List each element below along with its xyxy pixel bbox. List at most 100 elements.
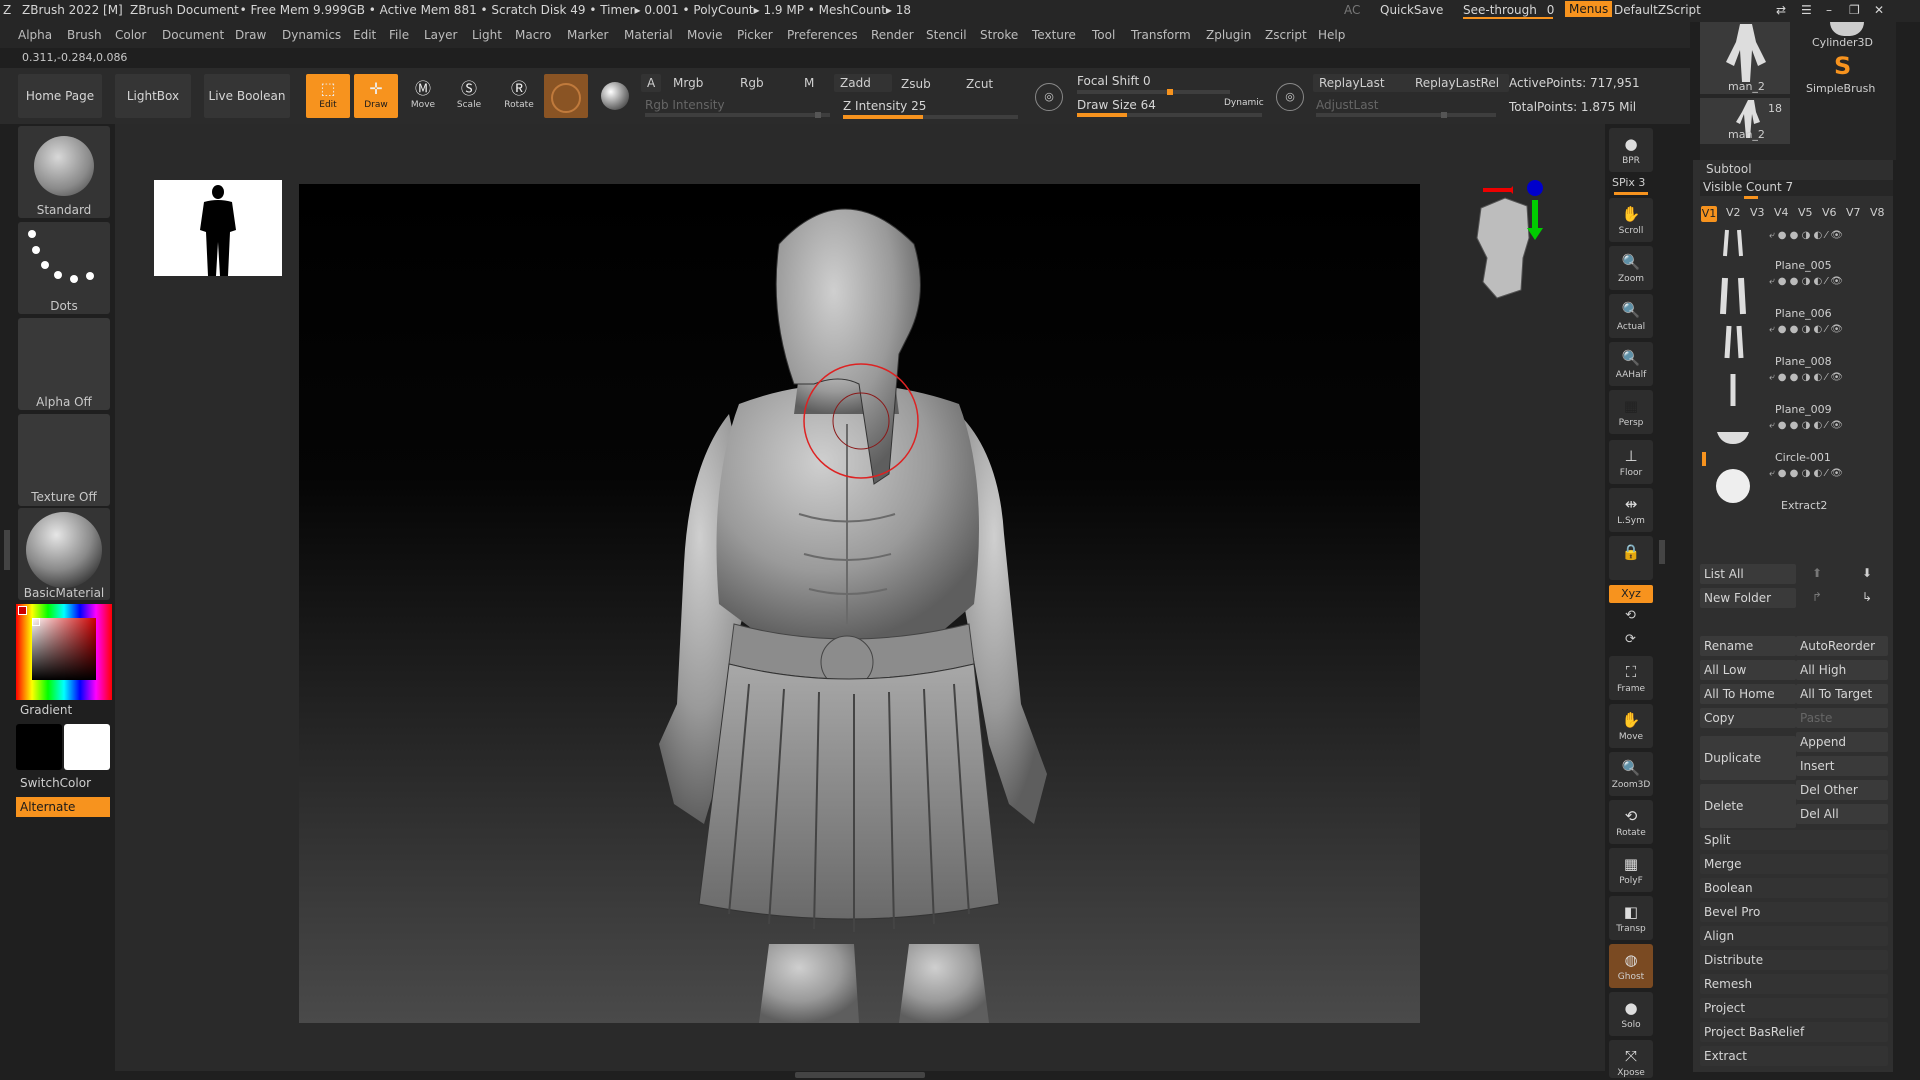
spix-slider[interactable] bbox=[1614, 192, 1648, 195]
sphere-color-button[interactable] bbox=[593, 74, 637, 118]
menu-movie[interactable]: Movie bbox=[687, 28, 723, 42]
aahalf-button[interactable]: 🔍 AAHalf bbox=[1609, 342, 1653, 386]
move-up-icon[interactable]: ⬆ bbox=[1812, 566, 1822, 580]
menu-help[interactable]: Help bbox=[1318, 28, 1345, 42]
replay-last-rel-button[interactable]: ReplayLastRel bbox=[1409, 74, 1509, 92]
move-button[interactable]: Ⓜ Move bbox=[401, 74, 445, 118]
visible-count-slider[interactable]: Visible Count 7 bbox=[1700, 180, 1893, 196]
folder-down-icon[interactable]: ↳ bbox=[1862, 590, 1872, 604]
menu-layer[interactable]: Layer bbox=[424, 28, 457, 42]
lazy-mouse-icon[interactable]: ◎ bbox=[1276, 83, 1304, 111]
tool-thumb-cylinder[interactable]: Cylinder3D S SimpleBrush bbox=[1800, 22, 1890, 95]
switch-color-button[interactable]: SwitchColor bbox=[20, 776, 91, 790]
rotate-y-icon[interactable]: ⟲ bbox=[1625, 608, 1636, 623]
solo-button[interactable]: ● Solo bbox=[1609, 992, 1653, 1036]
menu-tool[interactable]: Tool bbox=[1092, 28, 1115, 42]
align-section[interactable]: Align bbox=[1700, 926, 1888, 946]
zcut-button[interactable]: Zcut bbox=[960, 75, 999, 93]
menu-macro[interactable]: Macro bbox=[515, 28, 551, 42]
left-tray-handle[interactable] bbox=[4, 530, 10, 570]
minimize-icon[interactable]: – bbox=[1826, 3, 1832, 17]
subtool-toggles-icon[interactable]: ⤶ ● ● ◑ ◐ ⁄ 👁 bbox=[1769, 468, 1879, 479]
spix-label[interactable]: SPix 3 bbox=[1612, 176, 1645, 189]
menu-stroke[interactable]: Stroke bbox=[980, 28, 1018, 42]
autoreorder-button[interactable]: AutoReorder bbox=[1796, 636, 1888, 656]
ac-label[interactable]: AC bbox=[1344, 3, 1360, 17]
menu-transform[interactable]: Transform bbox=[1131, 28, 1191, 42]
floor-button[interactable]: ⊥ Floor bbox=[1609, 440, 1653, 484]
subtool-title[interactable]: Subtool bbox=[1706, 162, 1752, 176]
menu-zscript[interactable]: Zscript bbox=[1265, 28, 1307, 42]
lock-button[interactable]: 🔒 bbox=[1609, 536, 1653, 580]
menu-zplugin[interactable]: Zplugin bbox=[1206, 28, 1251, 42]
zoom-button[interactable]: 🔍 Zoom bbox=[1609, 246, 1653, 290]
menu-file[interactable]: File bbox=[389, 28, 409, 42]
extract-section[interactable]: Extract bbox=[1700, 1046, 1888, 1066]
sculpt-model-warrior[interactable] bbox=[299, 184, 1420, 1023]
live-boolean-button[interactable]: Live Boolean bbox=[204, 74, 290, 118]
merge-section[interactable]: Merge bbox=[1700, 854, 1888, 874]
menu-edit[interactable]: Edit bbox=[353, 28, 376, 42]
all-to-home-button[interactable]: All To Home bbox=[1700, 684, 1796, 704]
menu-render[interactable]: Render bbox=[871, 28, 914, 42]
subtool-toggles-icon[interactable]: ⤶ ● ● ◑ ◐ ⁄ 👁 bbox=[1769, 372, 1879, 383]
move-view-button[interactable]: ✋ Move bbox=[1609, 704, 1653, 748]
zsub-button[interactable]: Zsub bbox=[895, 75, 937, 93]
boolean-section[interactable]: Boolean bbox=[1700, 878, 1888, 898]
bevel-pro-section[interactable]: Bevel Pro bbox=[1700, 902, 1888, 922]
distribute-section[interactable]: Distribute bbox=[1700, 950, 1888, 970]
new-folder-button[interactable]: New Folder bbox=[1700, 588, 1796, 608]
ghost-button[interactable]: ◍ Ghost bbox=[1609, 944, 1653, 988]
tool-thumb-man2-b[interactable]: 18 man_2 bbox=[1700, 98, 1790, 144]
rotate-button[interactable]: Ⓡ Rotate bbox=[497, 74, 541, 118]
mrgb-button[interactable]: Mrgb bbox=[667, 74, 709, 92]
dynamic-toggle[interactable]: Dynamic bbox=[1224, 98, 1264, 108]
version-v2[interactable]: V2 bbox=[1726, 206, 1741, 219]
paste-button[interactable]: Paste bbox=[1796, 708, 1888, 728]
insert-button[interactable]: Insert bbox=[1796, 756, 1888, 776]
bottom-tray-handle[interactable] bbox=[795, 1072, 925, 1078]
a-button[interactable]: A bbox=[641, 74, 662, 92]
version-v4[interactable]: V4 bbox=[1774, 206, 1789, 219]
menu-marker[interactable]: Marker bbox=[567, 28, 608, 42]
subtool-name[interactable]: Plane_008 bbox=[1775, 355, 1832, 368]
remesh-section[interactable]: Remesh bbox=[1700, 974, 1888, 994]
material-swatch-button[interactable] bbox=[544, 74, 588, 118]
append-button[interactable]: Append bbox=[1796, 732, 1888, 752]
menu-picker[interactable]: Picker bbox=[737, 28, 773, 42]
subtool-name[interactable]: Plane_005 bbox=[1775, 259, 1832, 272]
lightbox-button[interactable]: LightBox bbox=[115, 74, 191, 118]
folder-up-icon[interactable]: ↱ bbox=[1812, 590, 1822, 604]
transp-button[interactable]: ◧ Transp bbox=[1609, 896, 1653, 940]
main-color-swatch[interactable] bbox=[16, 724, 62, 770]
z-intensity-slider[interactable] bbox=[843, 115, 1018, 119]
reference-image[interactable] bbox=[154, 180, 282, 276]
adjust-last-slider[interactable] bbox=[1316, 112, 1496, 118]
all-high-button[interactable]: All High bbox=[1796, 660, 1888, 680]
frame-button[interactable]: ⛶ Frame bbox=[1609, 656, 1653, 700]
focal-curve-icon[interactable]: ◎ bbox=[1035, 83, 1063, 111]
zadd-button[interactable]: Zadd bbox=[834, 74, 892, 92]
subtool-toggles-icon[interactable]: ⤶ ● ● ◑ ◐ ⁄ 👁 bbox=[1769, 420, 1879, 431]
persp-button[interactable]: ▦ Persp bbox=[1609, 390, 1653, 434]
scale-button[interactable]: Ⓢ Scale bbox=[447, 74, 491, 118]
subtool-name[interactable]: Extract2 bbox=[1781, 499, 1827, 512]
focal-shift-slider[interactable] bbox=[1077, 89, 1230, 95]
alternate-button[interactable]: Alternate bbox=[16, 797, 110, 817]
navigation-gizmo[interactable] bbox=[1463, 178, 1553, 308]
version-v8[interactable]: V8 bbox=[1870, 206, 1885, 219]
move-down-icon[interactable]: ⬇ bbox=[1862, 566, 1872, 580]
menu-brush[interactable]: Brush bbox=[67, 28, 102, 42]
menu-draw[interactable]: Draw bbox=[235, 28, 266, 42]
zoom3d-button[interactable]: 🔍 Zoom3D bbox=[1609, 752, 1653, 796]
version-v7[interactable]: V7 bbox=[1846, 206, 1861, 219]
scroll-button[interactable]: ✋ Scroll bbox=[1609, 198, 1653, 242]
version-v3[interactable]: V3 bbox=[1750, 206, 1765, 219]
3d-viewport[interactable] bbox=[299, 184, 1420, 1023]
draw-size-slider[interactable] bbox=[1077, 113, 1262, 117]
version-v6[interactable]: V6 bbox=[1822, 206, 1837, 219]
seethrough-slider[interactable]: See-through 0 bbox=[1463, 3, 1554, 19]
home-page-button[interactable]: Home Page bbox=[18, 74, 102, 118]
copy-button[interactable]: Copy bbox=[1700, 708, 1796, 728]
close-icon[interactable]: ✕ bbox=[1874, 3, 1884, 17]
